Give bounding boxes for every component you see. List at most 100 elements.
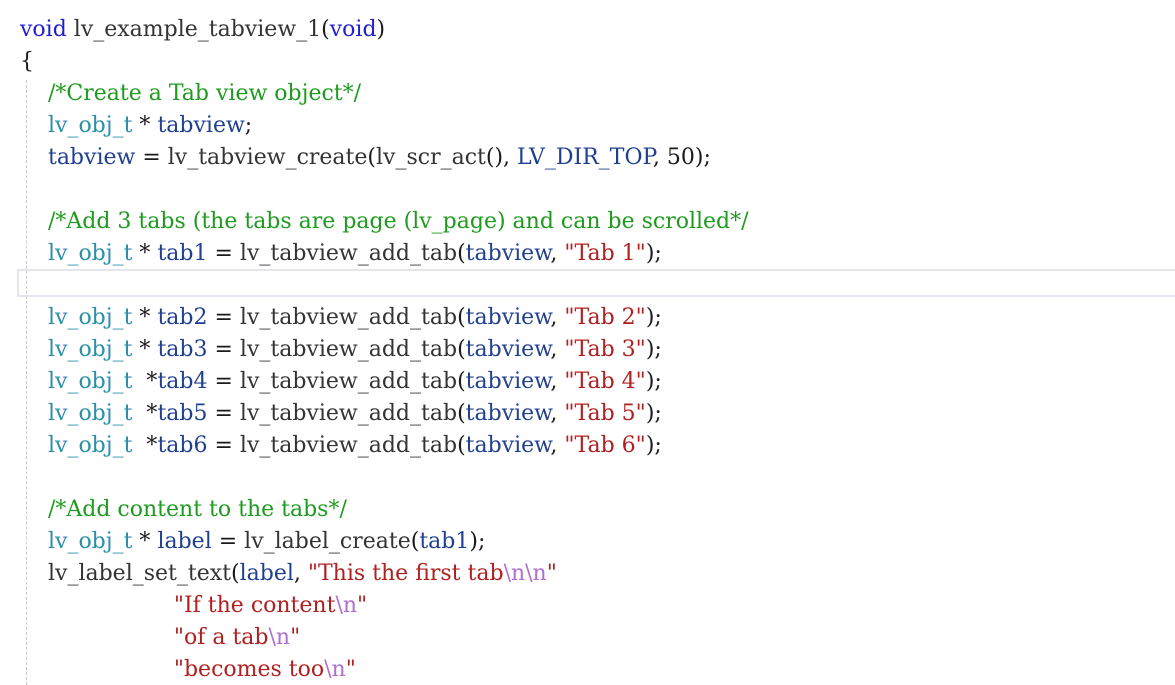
code-token: "Tab 3"	[564, 337, 646, 362]
code-line[interactable]: lv_obj_t *tab4 = lv_tabview_add_tab(tabv…	[20, 366, 662, 398]
code-token: lv_obj_t	[20, 401, 133, 426]
code-token: =	[207, 401, 240, 426]
code-token: "	[357, 593, 368, 618]
code-line[interactable]: lv_obj_t *tab5 = lv_tabview_add_tab(tabv…	[20, 398, 662, 430]
code-token: "Tab 4"	[564, 369, 646, 394]
code-token: =	[135, 145, 168, 170]
code-line[interactable]: /*Add content to the tabs*/	[20, 494, 347, 526]
code-line[interactable]: lv_obj_t * tab1 = lv_tabview_add_tab(tab…	[20, 238, 662, 270]
code-token: lv_label_create	[244, 529, 411, 554]
code-token: lv_tabview_add_tab	[239, 401, 458, 426]
code-token: "This the first tab	[307, 561, 504, 586]
code-token: =	[207, 337, 240, 362]
code-token: "	[290, 625, 301, 650]
code-token: tabview	[465, 241, 551, 266]
code-line[interactable]: lv_obj_t *tab6 = lv_tabview_add_tab(tabv…	[20, 430, 662, 462]
code-token: );	[645, 401, 662, 426]
code-token: tabview	[465, 369, 551, 394]
code-token: (	[457, 401, 466, 426]
code-token: ,	[293, 561, 308, 586]
code-line[interactable]: /*Add 3 tabs (the tabs are page (lv_page…	[20, 206, 749, 238]
code-token: (	[457, 241, 466, 266]
code-token: *	[132, 305, 158, 330]
code-token: "of a tab	[20, 625, 269, 650]
code-token: );	[645, 305, 662, 330]
code-token: lv_scr_act	[376, 145, 486, 170]
code-token: label	[157, 529, 212, 554]
code-line[interactable]: void lv_example_tabview_1(void)	[20, 14, 385, 46]
code-token: "Tab 5"	[564, 401, 646, 426]
code-token: /*Add content to the tabs*/	[20, 497, 347, 522]
code-token: lv_obj_t	[20, 369, 133, 394]
code-token: tab5	[157, 401, 208, 426]
code-token: *	[132, 529, 158, 554]
code-token: ,	[550, 337, 565, 362]
code-line[interactable]: lv_obj_t * tabview;	[20, 110, 252, 142]
code-token: \n	[324, 657, 346, 682]
code-line[interactable]: "If the content\n"	[20, 590, 367, 622]
code-token: (	[457, 337, 466, 362]
code-line[interactable]: lv_obj_t * tab2 = lv_tabview_add_tab(tab…	[20, 302, 662, 334]
code-token: "Tab 2"	[564, 305, 646, 330]
code-line[interactable]: lv_label_set_text(label, "This the first…	[20, 558, 557, 590]
code-token: (	[457, 433, 466, 458]
code-token: tab1	[419, 529, 470, 554]
code-token: );	[645, 433, 662, 458]
code-line[interactable]: {	[20, 46, 34, 78]
code-token: tabview	[465, 433, 551, 458]
code-token: tab1	[157, 241, 208, 266]
code-token: lv_label_set_text	[20, 561, 231, 586]
code-token: lv_obj_t	[20, 529, 133, 554]
code-line[interactable]: "of a tab\n"	[20, 622, 300, 654]
current-line-highlight	[17, 269, 1175, 297]
code-token: tab3	[157, 337, 208, 362]
code-line[interactable]: lv_obj_t * label = lv_label_create(tab1)…	[20, 526, 485, 558]
code-token: void	[329, 17, 377, 42]
code-token: /*Create a Tab view object*/	[20, 81, 362, 106]
code-token: LV_DIR_TOP	[517, 145, 653, 170]
code-token: lv_obj_t	[20, 305, 133, 330]
code-token: "	[345, 657, 356, 682]
code-token: lv_tabview_add_tab	[239, 369, 458, 394]
code-editor[interactable]: void lv_example_tabview_1(void) { /*Creat…	[0, 0, 1175, 685]
code-token: (	[457, 305, 466, 330]
code-token: /*Add 3 tabs (the tabs are page (lv_page…	[20, 209, 749, 234]
code-token: =	[207, 433, 240, 458]
code-token: tabview	[465, 337, 551, 362]
code-token: tabview	[465, 305, 551, 330]
code-token: lv_example_tabview_1	[66, 17, 322, 42]
code-token: );	[469, 529, 486, 554]
code-token: ,	[550, 305, 565, 330]
code-token: );	[694, 145, 711, 170]
code-token: (),	[485, 145, 518, 170]
code-token: ,	[550, 401, 565, 426]
code-token: tabview	[157, 113, 245, 138]
code-token: \n	[268, 625, 291, 650]
code-token: *	[132, 369, 158, 394]
code-token: tab6	[157, 433, 208, 458]
code-token: );	[645, 337, 662, 362]
code-token: =	[207, 241, 240, 266]
code-token: tabview	[465, 401, 551, 426]
code-token: 50	[666, 145, 695, 170]
code-token: lv_obj_t	[20, 433, 133, 458]
code-token: (	[231, 561, 240, 586]
code-token: );	[645, 369, 662, 394]
code-line[interactable]: tabview = lv_tabview_create(lv_scr_act()…	[20, 142, 711, 174]
code-token: (	[457, 369, 466, 394]
code-token: lv_tabview_add_tab	[239, 305, 458, 330]
code-token: *	[132, 401, 158, 426]
code-token: {	[20, 49, 34, 74]
code-token: "If the content	[20, 593, 336, 618]
code-token: "Tab 1"	[564, 241, 646, 266]
code-token: tab4	[157, 369, 208, 394]
code-token: "Tab 6"	[564, 433, 646, 458]
code-line[interactable]: lv_obj_t * tab3 = lv_tabview_add_tab(tab…	[20, 334, 662, 366]
code-line[interactable]: /*Create a Tab view object*/	[20, 78, 361, 110]
code-token: lv_tabview_create	[167, 145, 368, 170]
code-token: ,	[550, 433, 565, 458]
code-line[interactable]: "becomes too\n"	[20, 654, 356, 685]
code-token: lv_obj_t	[20, 337, 133, 362]
code-token: "	[546, 561, 557, 586]
code-token: \n	[335, 593, 358, 618]
